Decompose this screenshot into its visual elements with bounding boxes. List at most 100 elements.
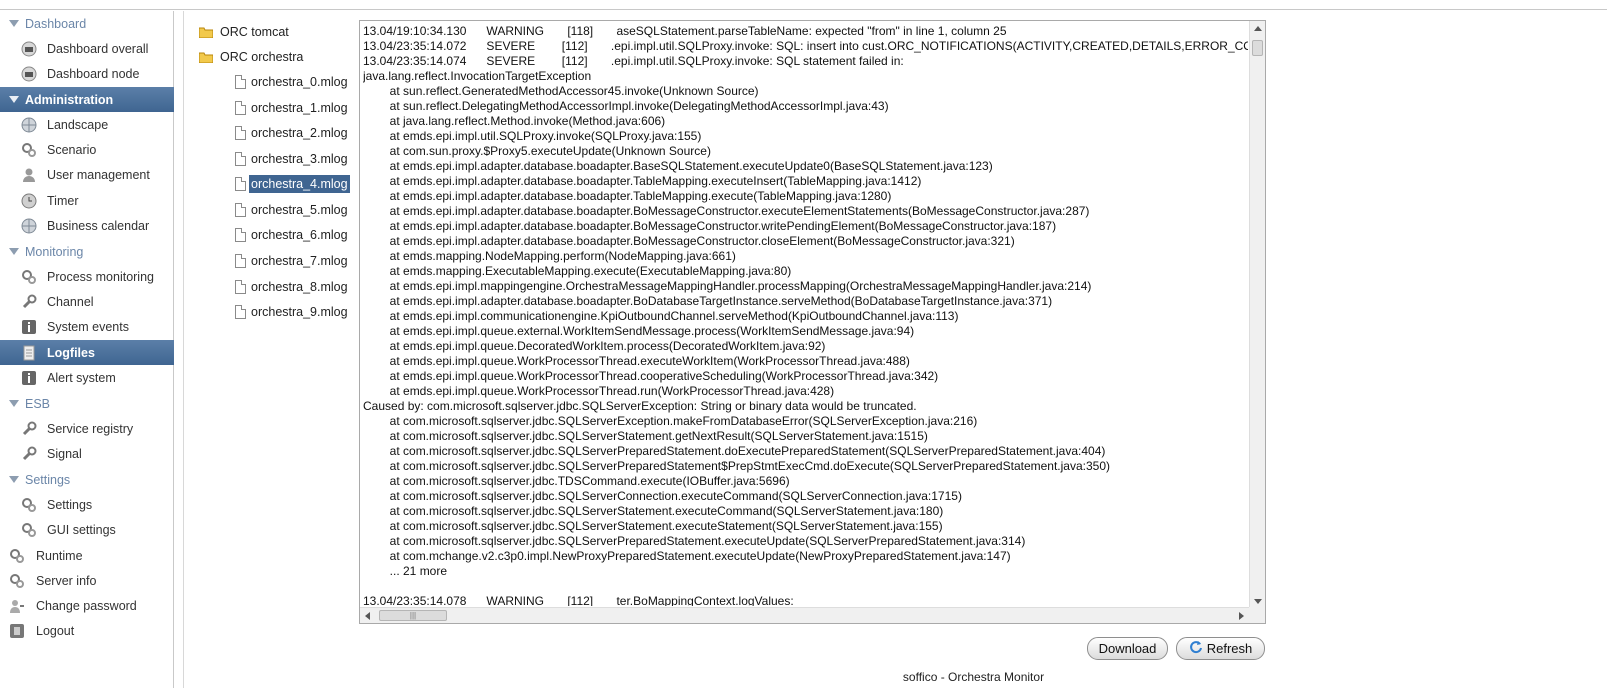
sidebar-section-administration[interactable]: Administration xyxy=(0,87,174,112)
sidebar-item-user-management[interactable]: User management xyxy=(0,162,174,187)
sidebar-section-settings[interactable]: Settings xyxy=(0,467,174,492)
sidebar-item-business-calendar[interactable]: Business calendar xyxy=(0,213,174,238)
horizontal-scroll-thumb[interactable]: ||| xyxy=(379,610,447,621)
download-button-label: Download xyxy=(1098,641,1157,656)
tree-file-selected[interactable]: orchestra_4.mlog xyxy=(235,173,350,195)
sidebar-item-channel[interactable]: Channel xyxy=(0,289,174,314)
sidebar-item-label: User management xyxy=(47,167,150,182)
gears-icon xyxy=(20,141,38,159)
dashboard-icon xyxy=(20,40,38,58)
panel-divider xyxy=(183,11,184,688)
vertical-scroll-thumb[interactable] xyxy=(1252,40,1263,56)
tree-file-label: orchestra_7.mlog xyxy=(251,254,348,268)
sidebar-item-server-info[interactable]: Server info xyxy=(0,568,174,593)
tree-file-label: orchestra_9.mlog xyxy=(251,305,348,319)
tree-file[interactable]: orchestra_5.mlog xyxy=(235,199,350,221)
globe-icon xyxy=(20,116,38,134)
sidebar-item-signal[interactable]: Signal xyxy=(0,441,174,466)
sidebar-item-runtime[interactable]: Runtime xyxy=(0,543,174,568)
vertical-scrollbar[interactable] xyxy=(1249,21,1265,609)
sidebar-item-label: Settings xyxy=(47,497,93,512)
sidebar-item-scenario[interactable]: Scenario xyxy=(0,137,174,162)
chevron-down-icon xyxy=(9,19,19,29)
user-icon xyxy=(20,166,38,184)
horizontal-scrollbar[interactable]: ||| xyxy=(360,607,1251,623)
log-viewer[interactable]: 13.04/19:10:34.130 WARNING [118] aseSQLS… xyxy=(359,20,1266,624)
tree-file[interactable]: orchestra_3.mlog xyxy=(235,148,350,170)
tree-file-label: orchestra_6.mlog xyxy=(251,228,348,242)
top-bar xyxy=(0,0,1607,10)
tree-folder-label: ORC orchestra xyxy=(220,50,304,64)
tree-file-label: orchestra_8.mlog xyxy=(251,280,348,294)
tree-folder-orc-tomcat[interactable]: ORC tomcat xyxy=(198,21,291,43)
scroll-down-icon[interactable] xyxy=(1254,599,1262,604)
sidebar-item-label: Change password xyxy=(36,598,137,613)
sidebar-item-system-events[interactable]: System events xyxy=(0,314,174,339)
gears-icon xyxy=(20,521,38,539)
info-icon xyxy=(20,369,38,387)
tree-file-label: orchestra_4.mlog xyxy=(249,175,350,193)
chevron-down-icon xyxy=(9,475,19,485)
sidebar-item-dashboard-node[interactable]: Dashboard node xyxy=(0,61,174,86)
tree-file[interactable]: orchestra_0.mlog xyxy=(235,71,350,93)
sidebar-item-settings[interactable]: Settings xyxy=(0,492,174,517)
wrench-icon xyxy=(20,420,38,438)
scrollbar-corner xyxy=(1249,607,1265,623)
sidebar-section-label: Monitoring xyxy=(25,244,84,259)
file-icon xyxy=(235,254,246,268)
sidebar-item-label: Timer xyxy=(47,193,79,208)
sidebar-section-monitoring[interactable]: Monitoring xyxy=(0,239,174,264)
file-icon xyxy=(235,305,246,319)
sidebar-item-alert-system[interactable]: Alert system xyxy=(0,365,174,390)
folder-icon xyxy=(198,51,214,64)
tree-file[interactable]: orchestra_6.mlog xyxy=(235,224,350,246)
folder-icon xyxy=(198,26,214,39)
dashboard-icon xyxy=(20,65,38,83)
sidebar-item-change-password[interactable]: Change password xyxy=(0,593,174,618)
scroll-right-icon[interactable] xyxy=(1239,612,1244,620)
tree-file[interactable]: orchestra_8.mlog xyxy=(235,276,350,298)
gears-icon xyxy=(8,572,26,590)
sidebar-section-dashboard[interactable]: Dashboard xyxy=(0,11,174,36)
tree-file[interactable]: orchestra_7.mlog xyxy=(235,250,350,272)
sidebar-item-label: Channel xyxy=(47,294,94,309)
sidebar-item-process-monitoring[interactable]: Process monitoring xyxy=(0,264,174,289)
file-icon xyxy=(235,126,246,140)
file-icon xyxy=(235,75,246,89)
tree-file-label: orchestra_5.mlog xyxy=(251,203,348,217)
sidebar-item-timer[interactable]: Timer xyxy=(0,188,174,213)
refresh-button-label: Refresh xyxy=(1206,641,1253,656)
logout-icon xyxy=(8,622,26,640)
wrench-icon xyxy=(20,293,38,311)
globe-icon xyxy=(20,217,38,235)
sidebar-item-landscape[interactable]: Landscape xyxy=(0,112,174,137)
tree-file[interactable]: orchestra_9.mlog xyxy=(235,301,350,323)
sidebar-item-logfiles[interactable]: Logfiles xyxy=(0,340,174,365)
tree-file[interactable]: orchestra_1.mlog xyxy=(235,97,350,119)
scroll-up-icon[interactable] xyxy=(1254,26,1262,31)
sidebar-item-label: Landscape xyxy=(47,117,109,132)
file-icon xyxy=(235,101,246,115)
file-icon xyxy=(235,177,246,191)
sidebar-section-esb[interactable]: ESB xyxy=(0,391,174,416)
sidebar-item-service-registry[interactable]: Service registry xyxy=(0,416,174,441)
file-icon xyxy=(235,152,246,166)
sidebar-section-label: Settings xyxy=(25,472,71,487)
scroll-left-icon[interactable] xyxy=(365,612,370,620)
tree-file[interactable]: orchestra_2.mlog xyxy=(235,122,350,144)
sidebar-item-logout[interactable]: Logout xyxy=(0,618,174,643)
file-icon xyxy=(235,280,246,294)
refresh-button[interactable]: Refresh xyxy=(1176,637,1265,660)
tree-folder-orc-orchestra[interactable]: ORC orchestra xyxy=(198,46,305,68)
tree-file-label: orchestra_1.mlog xyxy=(251,101,348,115)
sidebar-item-label: Alert system xyxy=(47,370,116,385)
download-button[interactable]: Download xyxy=(1087,637,1168,660)
sidebar-item-dashboard-overall[interactable]: Dashboard overall xyxy=(0,36,174,61)
sidebar-item-label: Dashboard node xyxy=(47,66,140,81)
chevron-down-icon xyxy=(9,95,19,105)
gears-icon xyxy=(20,268,38,286)
sidebar-nav: Dashboard Dashboard overall Dashboard no… xyxy=(0,11,174,688)
sidebar-item-label: Logout xyxy=(36,623,75,638)
sidebar-item-gui-settings[interactable]: GUI settings xyxy=(0,517,174,542)
log-text[interactable]: 13.04/19:10:34.130 WARNING [118] aseSQLS… xyxy=(363,24,1248,606)
